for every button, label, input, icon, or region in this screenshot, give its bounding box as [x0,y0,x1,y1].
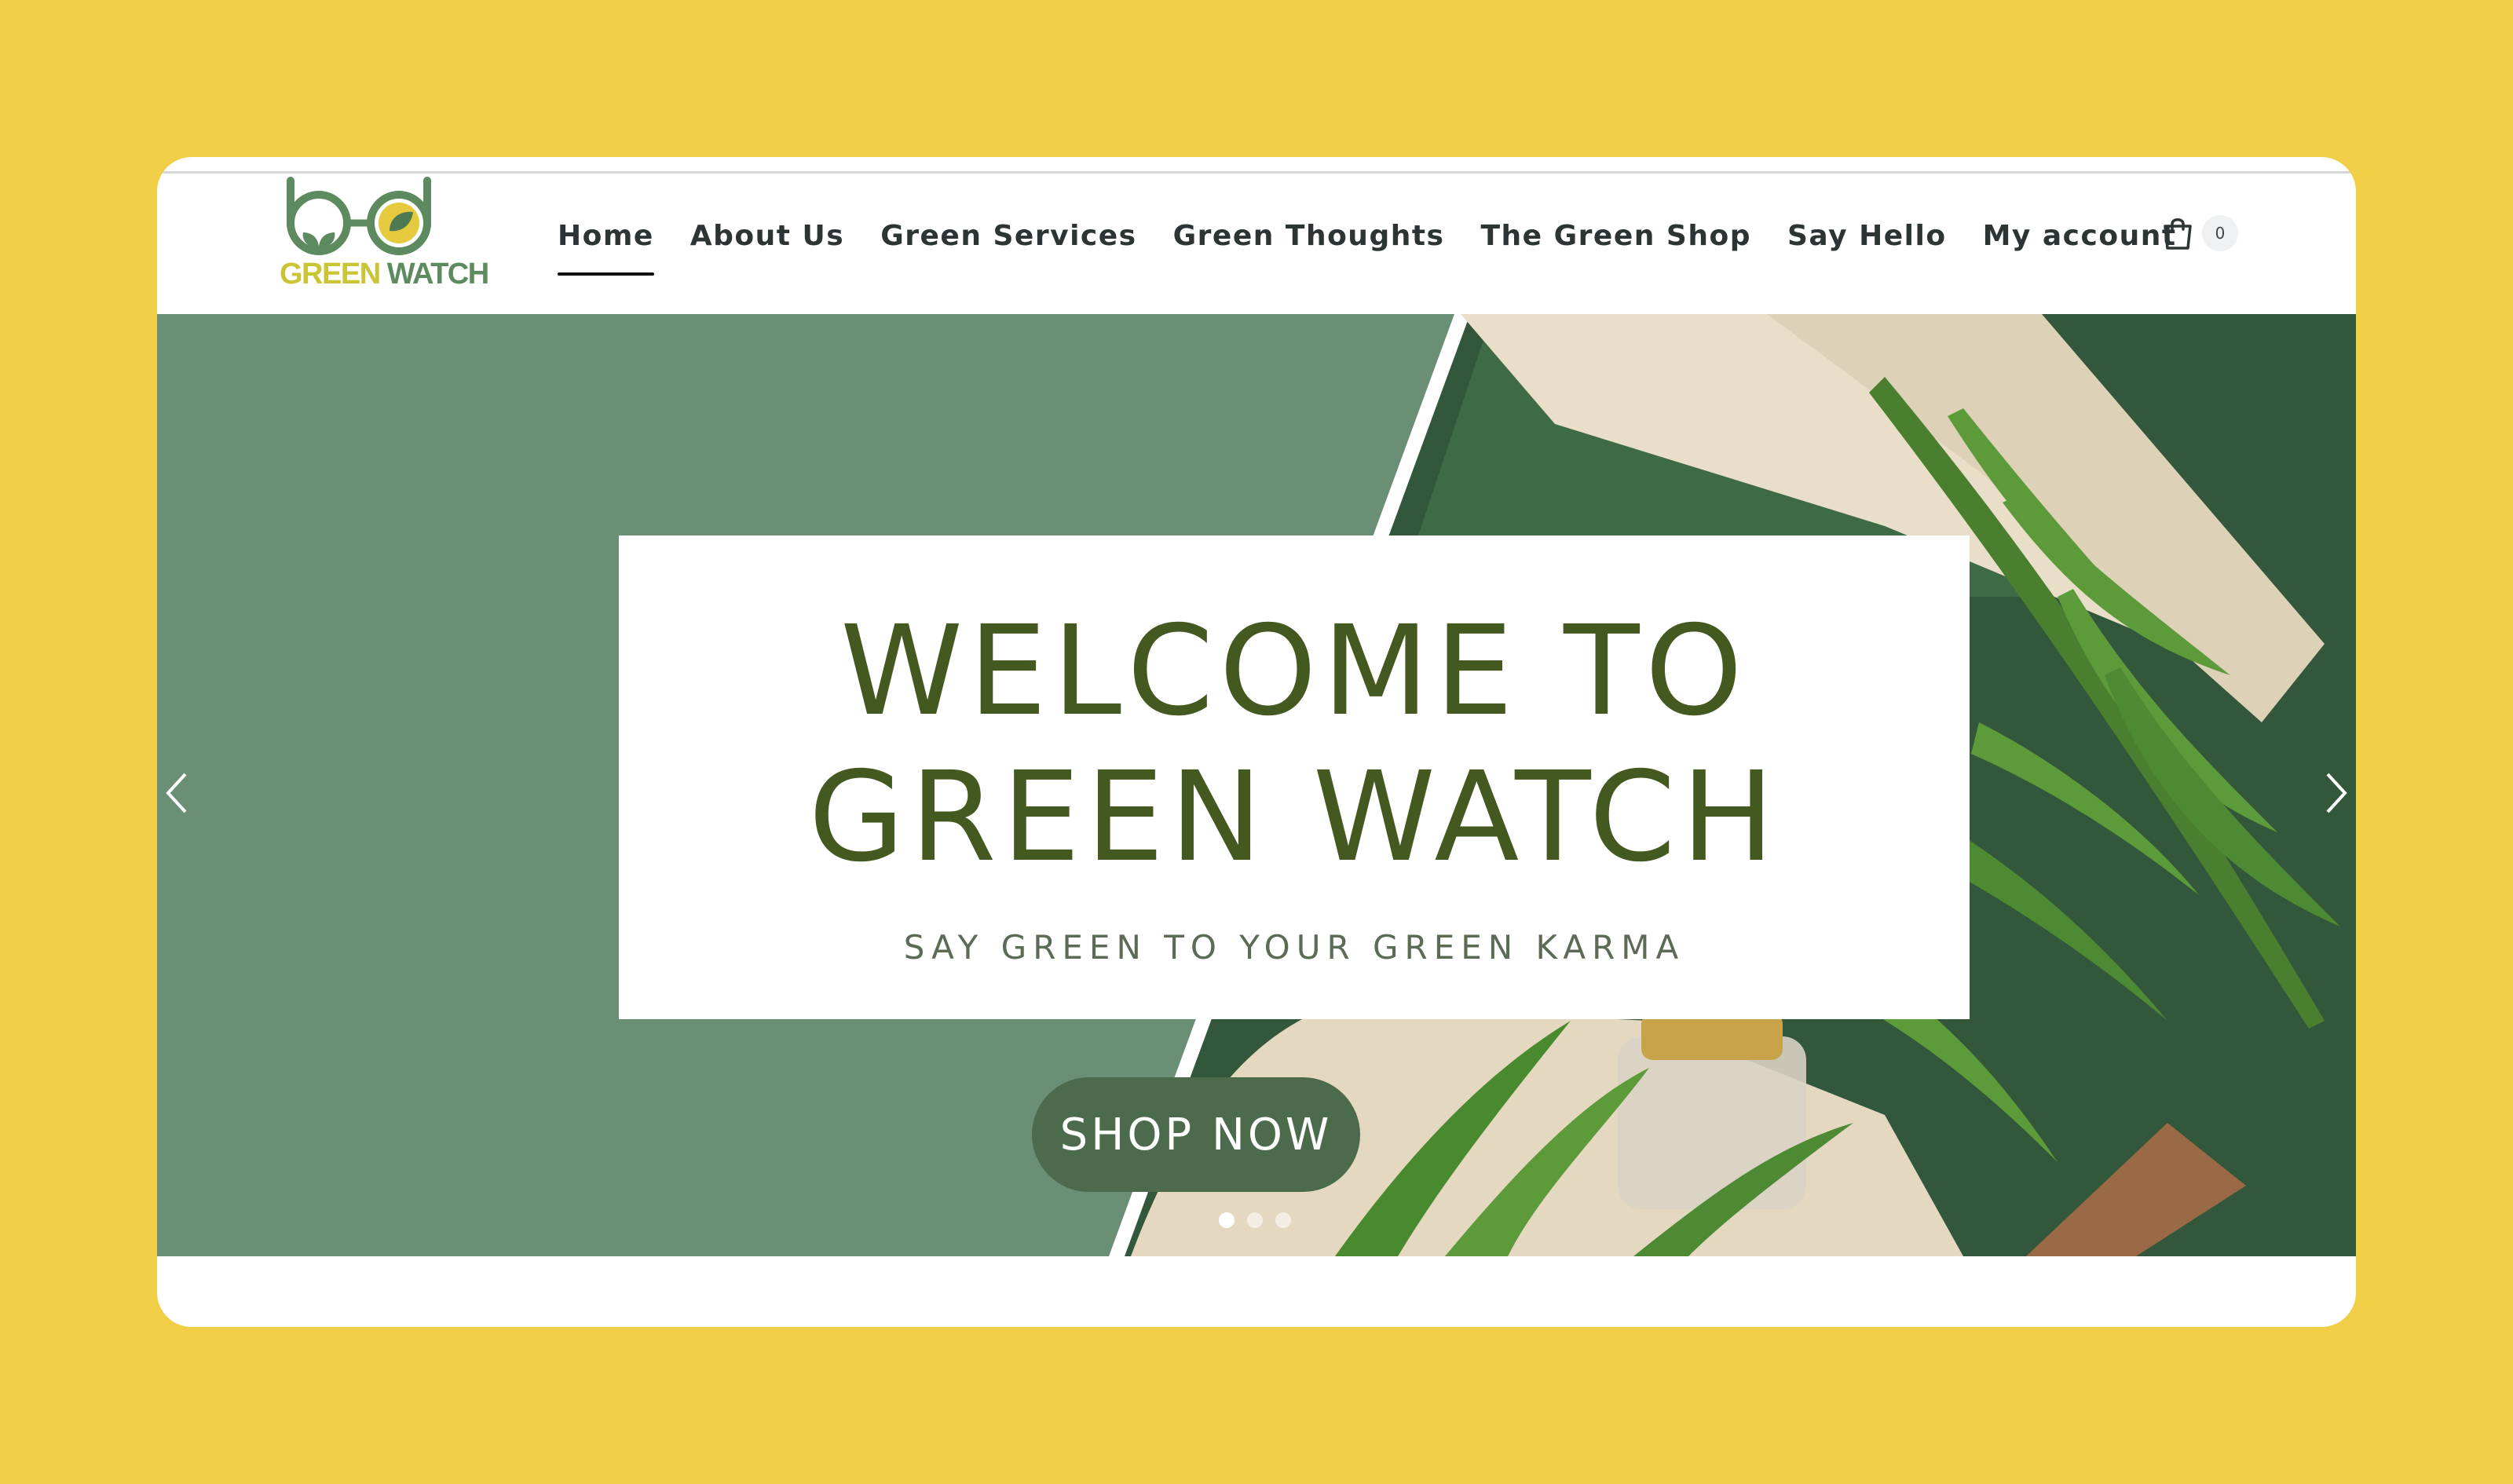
cart-count-badge: 0 [2202,215,2238,251]
logo-word-watch: WATCH [386,258,490,291]
nav-item-my-account[interactable]: My account [1983,220,2177,252]
cart-button[interactable]: 0 [2161,215,2238,251]
main-navigation: Home About Us Green Services Green Thoug… [558,157,2213,314]
slider-next-button[interactable] [2309,762,2356,824]
green-watch-logo[interactable]: GREEN WATCH [280,176,489,302]
nav-item-home[interactable]: Home [558,220,654,276]
slider-prev-button[interactable] [157,762,204,824]
shopping-bag-icon [2164,218,2192,250]
slider-dot-1[interactable] [1219,1212,1235,1228]
chevron-left-icon [166,773,187,813]
shop-now-button[interactable]: SHOP NOW [1032,1077,1360,1192]
site-header: GREEN WATCH Home About Us Green Services… [157,157,2356,314]
hero-tagline: SAY GREEN TO YOUR GREEN KARMA [903,928,1685,967]
logo-word-green: GREEN [280,258,381,291]
slider-dot-3[interactable] [1275,1212,1291,1228]
logo-wordmark: GREEN WATCH [280,258,489,291]
nav-item-green-services[interactable]: Green Services [880,220,1136,252]
chevron-right-icon [2326,773,2347,813]
browser-window: GREEN WATCH Home About Us Green Services… [157,157,2356,1327]
nav-item-about-us[interactable]: About Us [690,220,844,252]
hero-slider: WELCOME TO GREEN WATCH SAY GREEN TO YOUR… [157,314,2356,1256]
hero-title-line-2: GREEN WATCH [808,745,1780,890]
nav-item-green-shop[interactable]: The Green Shop [1480,220,1751,252]
welcome-card: WELCOME TO GREEN WATCH SAY GREEN TO YOUR… [619,535,1970,1019]
nav-item-say-hello[interactable]: Say Hello [1787,220,1947,252]
slider-dot-2[interactable] [1247,1212,1263,1228]
hero-title-line-1: WELCOME TO [839,599,1749,744]
slider-pagination [1219,1212,1304,1228]
nav-item-green-thoughts[interactable]: Green Thoughts [1173,220,1445,252]
glasses-leaf-logo-icon [287,177,431,255]
